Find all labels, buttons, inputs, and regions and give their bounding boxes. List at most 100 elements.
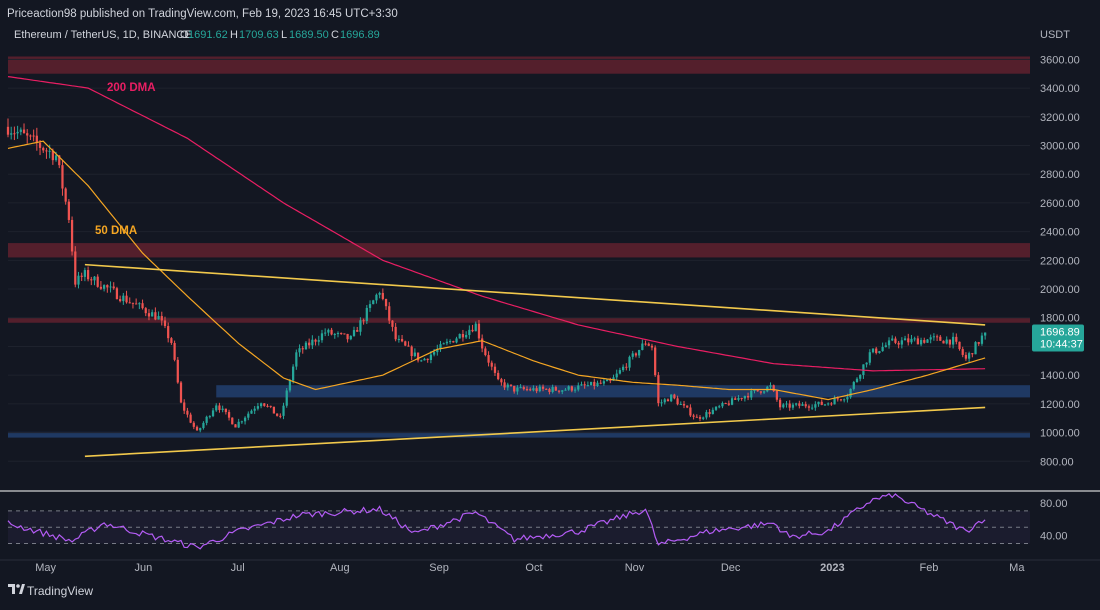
candle-body — [503, 382, 506, 388]
candle-body — [756, 390, 759, 392]
candle-body — [368, 304, 372, 308]
price-tick-label: 2400.00 — [1040, 227, 1080, 239]
candle-body — [628, 356, 631, 368]
candle-body — [529, 389, 532, 391]
time-tick-label: Ma — [1009, 562, 1025, 574]
candle-body — [891, 338, 894, 341]
candle-body — [115, 288, 119, 300]
candle-body — [481, 338, 484, 349]
candle-body — [692, 415, 695, 417]
candle-body — [580, 384, 583, 386]
candle-body — [163, 320, 167, 327]
candle-body — [836, 398, 839, 400]
candle-body — [301, 348, 304, 350]
time-tick-label: Jul — [231, 562, 245, 574]
zone-resistance-1 — [8, 243, 1030, 258]
candle-body — [714, 406, 718, 410]
candle-body — [471, 329, 474, 332]
candle-body — [923, 340, 926, 343]
candle-body — [128, 302, 131, 304]
candle-body — [102, 285, 106, 289]
candle-body — [811, 407, 814, 409]
candle-body — [420, 360, 423, 362]
candle-body — [980, 335, 984, 344]
candle-body — [807, 406, 811, 408]
candle-body — [16, 131, 19, 134]
candle-body — [288, 380, 292, 391]
candle-body — [413, 352, 416, 357]
candle-body — [231, 417, 234, 425]
candle-body — [391, 320, 394, 327]
candle-body — [974, 342, 977, 355]
candle-body — [343, 333, 346, 335]
candle-body — [778, 399, 782, 408]
candle-body — [42, 147, 45, 151]
candle-body — [730, 398, 734, 405]
candle-body — [442, 343, 445, 345]
candle-body — [311, 339, 314, 346]
zone-support-3 — [216, 385, 1030, 398]
symbol-name[interactable]: Ethereum / TetherUS, 1D, BINANCE — [14, 29, 192, 41]
candle-body — [660, 402, 663, 404]
candle-body — [359, 320, 362, 332]
candle-body — [400, 338, 404, 342]
candle-body — [141, 303, 144, 309]
candle-body — [631, 353, 634, 357]
candle-body — [964, 354, 968, 359]
rsi-tick-label: 80.00 — [1040, 498, 1068, 510]
chart-stage: 3600.00 3400.00 3200.00 3000.00 2800.00 2600.… — [0, 0, 1100, 605]
candle-body — [618, 370, 622, 374]
price-tick-label: 3000.00 — [1040, 140, 1080, 152]
candle-body — [634, 353, 638, 356]
candle-body — [227, 412, 231, 418]
candle-body — [67, 201, 70, 220]
candle-body — [852, 382, 855, 389]
candle-body — [253, 408, 256, 411]
candle-body — [705, 412, 708, 418]
candle-body — [500, 379, 503, 383]
candle-body — [19, 129, 22, 132]
candle-body — [465, 334, 468, 338]
currency-label: USDT — [1040, 29, 1070, 41]
candle-body — [80, 275, 83, 277]
candle-body — [151, 312, 154, 317]
candle-body — [881, 346, 884, 352]
price-tick-label: 2200.00 — [1040, 255, 1080, 267]
candle-body — [211, 410, 215, 417]
candle-body — [682, 404, 686, 406]
bar-countdown: 10:44:37 — [1040, 339, 1083, 351]
candle-body — [564, 389, 567, 391]
candle-body — [243, 417, 247, 422]
candle-body — [932, 336, 936, 338]
candle-body — [13, 133, 16, 135]
candle-body — [583, 384, 586, 386]
candle-body — [538, 386, 541, 392]
time-tick-label: Feb — [919, 562, 938, 574]
candle-body — [602, 381, 606, 384]
price-tick-label: 2800.00 — [1040, 169, 1080, 181]
candle-body — [388, 306, 391, 321]
candle-body — [304, 342, 308, 350]
candle-body — [695, 416, 698, 418]
publisher-line: Priceaction98 published on TradingView.c… — [7, 8, 398, 20]
price-tick-label: 1400.00 — [1040, 370, 1080, 382]
candle — [654, 345, 657, 377]
candle-body — [900, 340, 903, 345]
candle-body — [468, 329, 471, 335]
candle-body — [365, 307, 368, 321]
candle-body — [90, 279, 93, 281]
candle-body — [93, 276, 96, 281]
candle — [115, 286, 119, 300]
candle-body — [99, 286, 103, 289]
candle — [272, 406, 276, 414]
price-tick-label: 3400.00 — [1040, 83, 1080, 95]
candle-body — [718, 406, 721, 408]
candle-body — [670, 394, 673, 402]
time-tick-label: Jun — [135, 562, 153, 574]
candle-body — [208, 416, 211, 418]
candle-body — [167, 326, 170, 339]
candle-body — [320, 333, 324, 341]
candle-body — [734, 398, 737, 400]
candle-body — [654, 347, 657, 376]
candle-body — [234, 424, 237, 428]
